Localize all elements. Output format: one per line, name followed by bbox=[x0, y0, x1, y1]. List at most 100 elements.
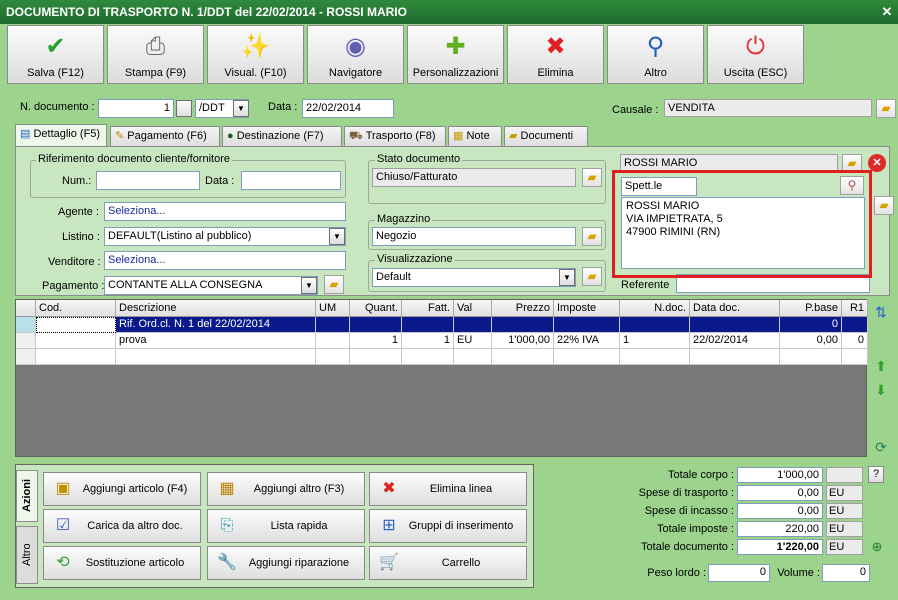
chevron-down-icon[interactable]: ▼ bbox=[559, 269, 575, 286]
replace-article-button[interactable]: ⟲ Sostituzione articolo bbox=[43, 546, 201, 580]
grid-header-6[interactable]: Prezzo bbox=[492, 300, 554, 317]
grid-header-0[interactable]: Cod. bbox=[36, 300, 116, 317]
grid-header-2[interactable]: UM bbox=[316, 300, 350, 317]
ndoc-input[interactable]: 1 bbox=[98, 99, 174, 118]
grid-cell[interactable] bbox=[316, 317, 350, 333]
tab-pagamento[interactable]: ✎ Pagamento (F6) bbox=[110, 126, 220, 146]
tab-trasporto[interactable]: ⛟ Trasporto (F8) bbox=[344, 126, 446, 146]
grid-row-header[interactable] bbox=[16, 349, 36, 365]
chevron-down-icon[interactable]: ▼ bbox=[329, 228, 345, 245]
insert-groups-button[interactable]: ⊞ Gruppi di inserimento bbox=[369, 509, 527, 543]
grid-cell[interactable] bbox=[554, 317, 620, 333]
tab-note[interactable]: ▦ Note bbox=[448, 126, 502, 146]
move-up-icon[interactable]: ⬆ bbox=[872, 356, 890, 376]
chevron-down-icon[interactable]: ▼ bbox=[233, 100, 249, 117]
tab-dettaglio[interactable]: ▤ Dettaglio (F5) bbox=[15, 124, 107, 146]
grid-cell[interactable]: 22/02/2014 bbox=[690, 333, 780, 349]
delete-line-button[interactable]: ✖ Elimina linea bbox=[369, 472, 527, 506]
grid-cell[interactable]: prova bbox=[116, 333, 316, 349]
grid-cell[interactable] bbox=[842, 317, 868, 333]
venditore-input[interactable]: Seleziona... bbox=[104, 251, 346, 270]
grid-cell[interactable] bbox=[620, 317, 690, 333]
toolbar-button-7[interactable]: ⏻ Uscita (ESC) bbox=[707, 25, 804, 84]
tab-altro[interactable]: Altro bbox=[16, 526, 38, 584]
pagamento-select[interactable]: CONTANTE ALLA CONSEGNA bbox=[104, 276, 318, 295]
grid-cell[interactable] bbox=[116, 349, 316, 365]
refresh-icon[interactable]: ⟳ bbox=[872, 437, 890, 457]
num-input[interactable] bbox=[96, 171, 200, 190]
grid-cell[interactable] bbox=[690, 317, 780, 333]
toolbar-button-6[interactable]: ⚲ Altro bbox=[607, 25, 704, 84]
grid-row-header[interactable] bbox=[16, 317, 36, 333]
toolbar-button-4[interactable]: ✚ Personalizzazioni bbox=[407, 25, 504, 84]
grid-cell[interactable] bbox=[780, 349, 842, 365]
grid-cell[interactable] bbox=[350, 349, 402, 365]
cart-button[interactable]: 🛒 Carrello bbox=[369, 546, 527, 580]
grid-cell[interactable] bbox=[492, 317, 554, 333]
rif-data-input[interactable] bbox=[241, 171, 341, 190]
move-down-icon[interactable]: ⬇ bbox=[872, 380, 890, 400]
grid-cell[interactable]: 1 bbox=[350, 333, 402, 349]
grid-cell[interactable]: 22% IVA bbox=[554, 333, 620, 349]
listino-select[interactable]: DEFAULT(Listino al pubblico) bbox=[104, 227, 346, 246]
magazzino-input[interactable]: Negozio bbox=[372, 227, 576, 246]
toolbar-button-1[interactable]: ⎙ Stampa (F9) bbox=[107, 25, 204, 84]
grid-cell[interactable] bbox=[454, 349, 492, 365]
peso-value[interactable]: 0 bbox=[708, 564, 770, 582]
grid-header-4[interactable]: Fatt. bbox=[402, 300, 454, 317]
grid-cell[interactable]: 1'000,00 bbox=[492, 333, 554, 349]
quick-list-button[interactable]: ⎘ Lista rapida bbox=[207, 509, 365, 543]
toolbar-button-5[interactable]: ✖ Elimina bbox=[507, 25, 604, 84]
grid-header-3[interactable]: Quant. bbox=[350, 300, 402, 317]
grid-header-9[interactable]: Data doc. bbox=[690, 300, 780, 317]
grid-cell[interactable] bbox=[620, 349, 690, 365]
chevron-down-icon[interactable]: ▼ bbox=[301, 277, 317, 294]
grid-cell[interactable]: 0 bbox=[842, 333, 868, 349]
visualizzazione-folder-icon[interactable]: ▰ bbox=[582, 267, 602, 286]
grid-cell[interactable] bbox=[690, 349, 780, 365]
tab-documenti[interactable]: ▰ Documenti bbox=[504, 126, 588, 146]
grid-cell[interactable] bbox=[350, 317, 402, 333]
data-input[interactable]: 22/02/2014 bbox=[302, 99, 394, 118]
grid-header-8[interactable]: N.doc. bbox=[620, 300, 690, 317]
grid-cell[interactable] bbox=[36, 333, 116, 349]
grid-header-5[interactable]: Val bbox=[454, 300, 492, 317]
causale-input[interactable]: VENDITA bbox=[664, 99, 872, 117]
grid-cell[interactable] bbox=[554, 349, 620, 365]
causale-folder-icon[interactable]: ▰ bbox=[876, 99, 896, 118]
grid-cell[interactable] bbox=[36, 349, 116, 365]
spese-incasso-value[interactable]: 0,00 bbox=[737, 503, 823, 519]
toolbar-button-2[interactable]: ✨ Visual. (F10) bbox=[207, 25, 304, 84]
lines-grid[interactable]: Cod. Descrizione UM Quant. Fatt. Val Prezzo Imp… bbox=[15, 299, 868, 457]
toolbar-button-3[interactable]: ◉ Navigatore bbox=[307, 25, 404, 84]
grid-cell[interactable] bbox=[36, 317, 116, 333]
grid-header-1[interactable]: Descrizione bbox=[116, 300, 316, 317]
toolbar-button-0[interactable]: ✔ Salva (F12) bbox=[7, 25, 104, 84]
spese-trasporto-value[interactable]: 0,00 bbox=[737, 485, 823, 501]
grid-cell[interactable]: 0 bbox=[780, 317, 842, 333]
add-article-button[interactable]: ▣ Aggiungi articolo (F4) bbox=[43, 472, 201, 506]
help-button[interactable]: ? bbox=[868, 466, 884, 483]
grid-cell[interactable] bbox=[402, 317, 454, 333]
volume-value[interactable]: 0 bbox=[822, 564, 870, 582]
close-icon[interactable]: ✕ bbox=[880, 5, 894, 19]
grid-header-10[interactable]: P.base bbox=[780, 300, 842, 317]
tab-destinazione[interactable]: ● Destinazione (F7) bbox=[222, 126, 342, 146]
tab-azioni[interactable]: Azioni bbox=[16, 470, 38, 522]
grid-cell[interactable]: 1 bbox=[620, 333, 690, 349]
add-repair-button[interactable]: 🔧 Aggiungi riparazione bbox=[207, 546, 365, 580]
zoom-icon[interactable]: ⊕ bbox=[868, 538, 886, 556]
grid-header-7[interactable]: Imposte bbox=[554, 300, 620, 317]
pagamento-folder-icon[interactable]: ▰ bbox=[324, 275, 344, 294]
agente-input[interactable]: Seleziona... bbox=[104, 202, 346, 221]
grid-cell[interactable] bbox=[454, 317, 492, 333]
stato-folder-icon[interactable]: ▰ bbox=[582, 168, 602, 187]
grid-cell[interactable]: EU bbox=[454, 333, 492, 349]
grid-cell[interactable] bbox=[402, 349, 454, 365]
grid-cell[interactable] bbox=[842, 349, 868, 365]
grid-cell[interactable] bbox=[492, 349, 554, 365]
grid-cell[interactable] bbox=[316, 349, 350, 365]
reorder-icon[interactable]: ⇅ bbox=[872, 302, 890, 322]
address-folder-icon[interactable]: ▰ bbox=[874, 196, 894, 215]
load-doc-button[interactable]: ☑ Carica da altro doc. bbox=[43, 509, 201, 543]
